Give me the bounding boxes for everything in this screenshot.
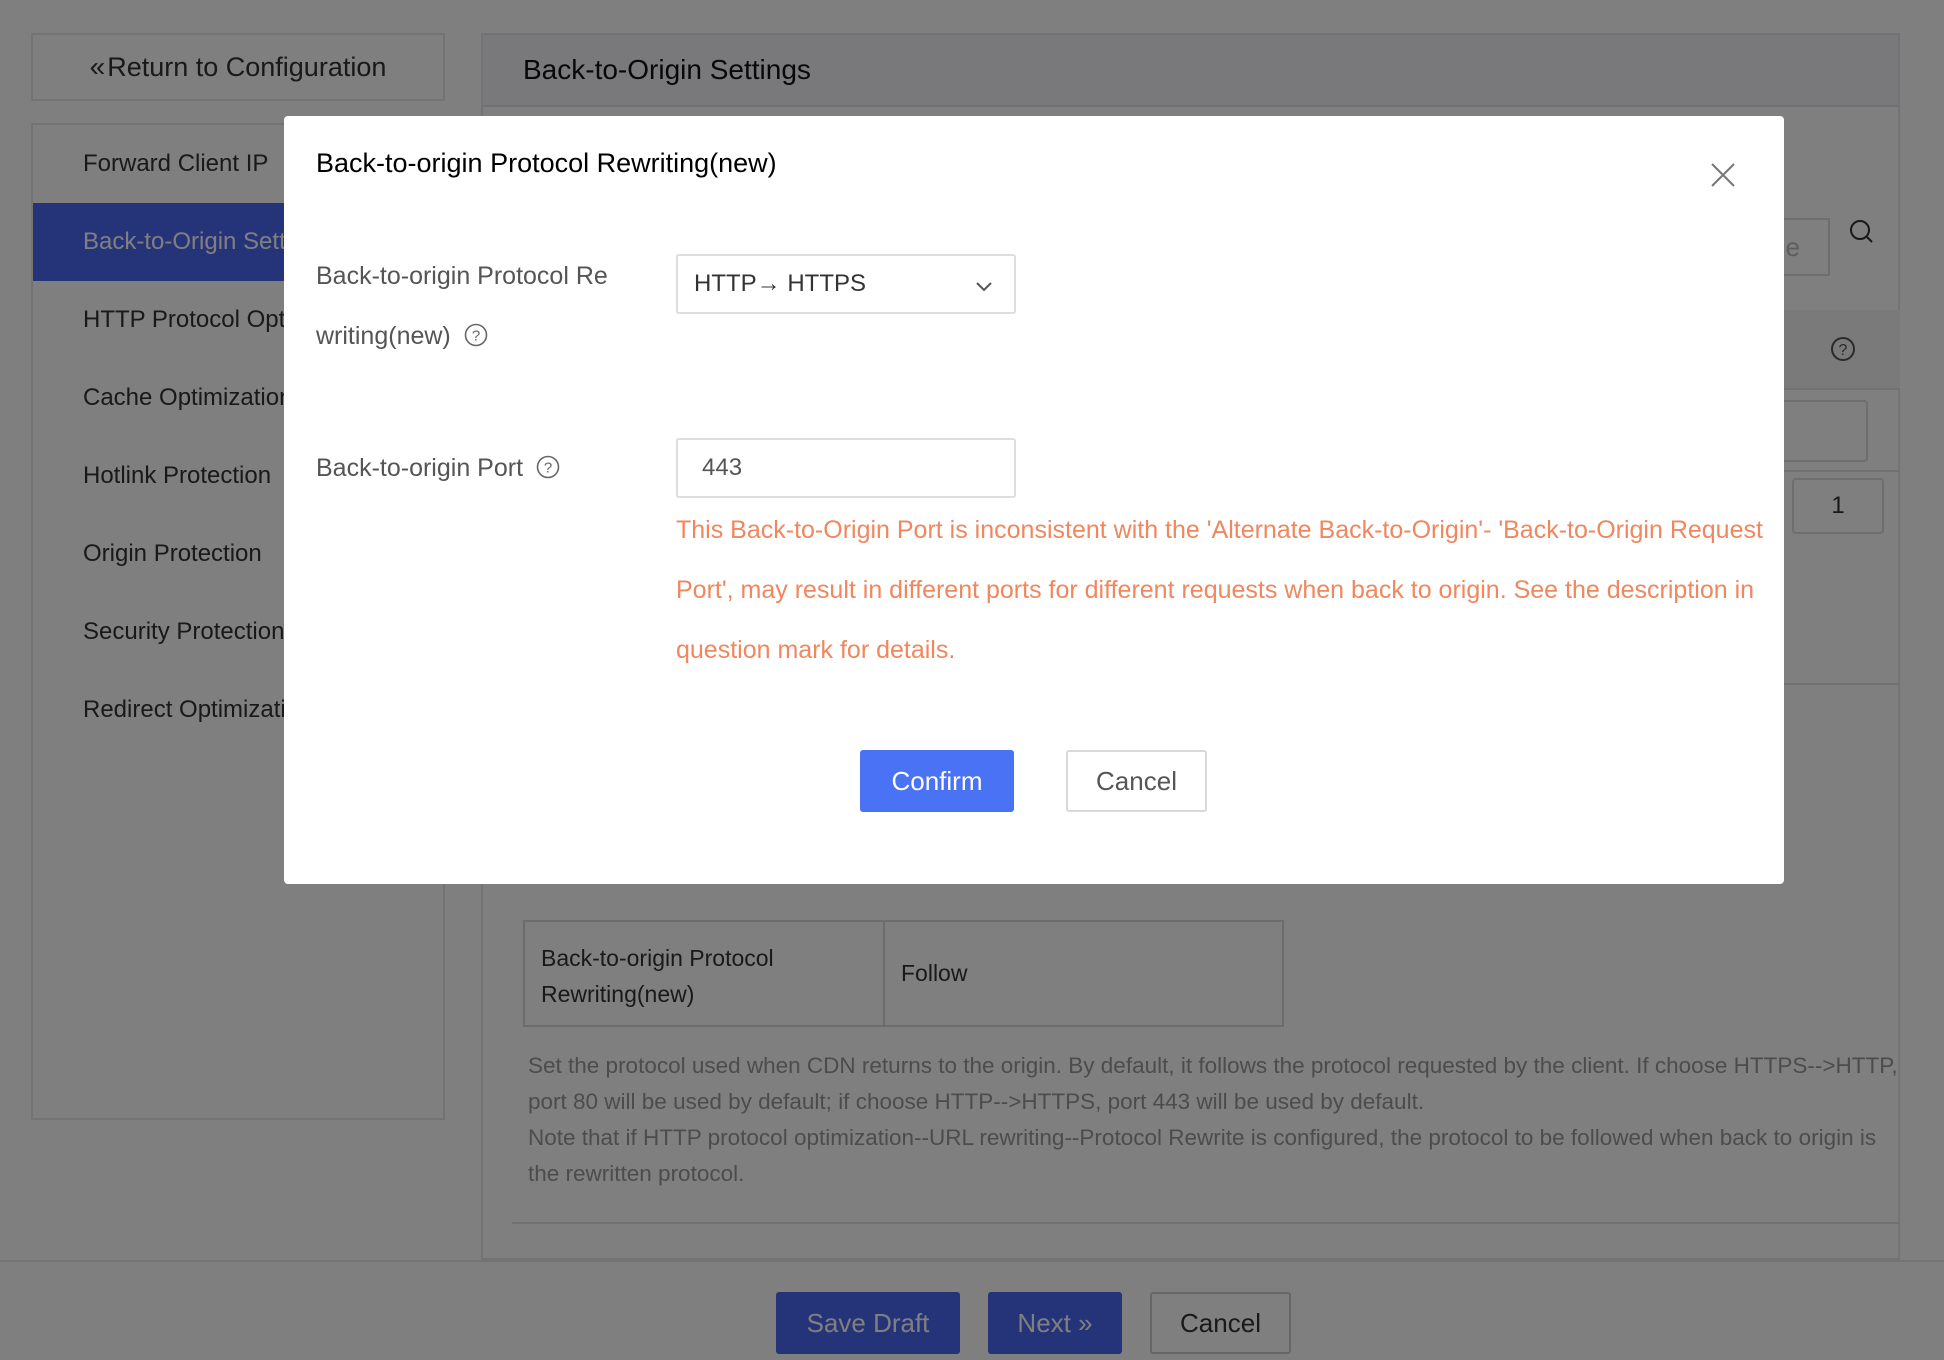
protocol-rewriting-dialog: Back-to-origin Protocol Rewriting(new) B…	[284, 116, 1784, 884]
dialog-title: Back-to-origin Protocol Rewriting(new)	[316, 148, 777, 178]
help-icon[interactable]: ?	[464, 323, 488, 347]
protocol-rewrite-field-label: Back-to-origin Protocol Re writing(new) …	[316, 246, 608, 366]
svg-text:?: ?	[472, 328, 480, 345]
label-line: writing(new)	[316, 322, 451, 350]
chevron-down-icon	[976, 282, 992, 292]
cancel-button[interactable]: Cancel	[1066, 750, 1207, 812]
protocol-rewrite-select[interactable]: HTTP→ HTTPS	[676, 254, 1016, 314]
close-icon[interactable]	[1708, 160, 1738, 190]
help-icon[interactable]: ?	[536, 455, 560, 479]
port-warning-message: This Back-to-Origin Port is inconsistent…	[676, 516, 1763, 664]
port-input[interactable]	[676, 438, 1016, 498]
selected-protocol: HTTP→ HTTPS	[694, 270, 866, 297]
svg-text:?: ?	[544, 460, 552, 477]
label-text: Back-to-origin Port	[316, 454, 524, 482]
confirm-button[interactable]: Confirm	[860, 750, 1014, 812]
port-field-label: Back-to-origin Port ?	[316, 438, 560, 498]
label-line: Back-to-origin Protocol Re	[316, 262, 608, 290]
